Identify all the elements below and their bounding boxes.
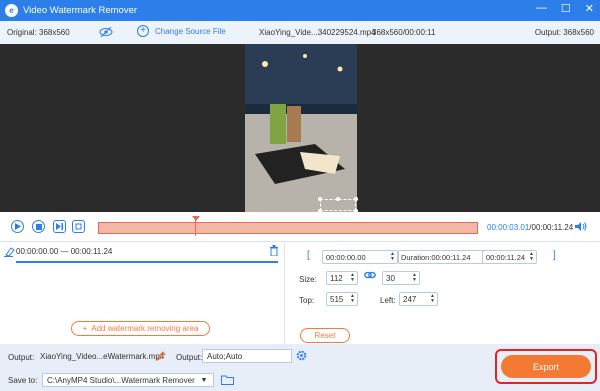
height-value: 30 [386, 273, 395, 283]
stop-button[interactable] [32, 220, 45, 233]
removing-area-list: 00:00:00.00 — 00:00:11.24 + Add watermar… [0, 242, 285, 344]
original-size: Original: 368x560 [7, 28, 70, 37]
duration-row: [ 00:00:00.00 ▲▼ Duration:00:00:11.24 ▲▼… [303, 250, 556, 264]
play-icon [15, 223, 21, 230]
end-time-value: 00:00:11.24 [486, 252, 526, 262]
output-format-field[interactable]: Auto;Auto [202, 349, 292, 363]
width-value: 112 [330, 273, 343, 283]
left-input[interactable]: 247 ▲ ▼ [399, 292, 438, 306]
spinner-icon[interactable]: ▲▼ [390, 252, 395, 262]
area-range-row[interactable]: 00:00:00.00 — 00:00:11.24 [0, 242, 285, 264]
add-area-label: Add watermark removing area [91, 324, 199, 333]
resize-handle[interactable] [336, 197, 340, 201]
spinner-icon[interactable]: ▲▼ [430, 294, 435, 304]
output-format-label: Output: [176, 353, 203, 362]
watermark-selection-box[interactable] [318, 197, 358, 213]
folder-icon[interactable] [221, 375, 234, 385]
plus-icon: + [82, 324, 88, 333]
total-time: /00:00:11.24 [529, 223, 574, 232]
add-watermark-area-button[interactable]: + Add watermark removing area [71, 321, 210, 336]
spinner-icon[interactable]: ▲▼ [350, 273, 355, 283]
top-value: 515 [330, 294, 344, 304]
eye-slash-icon[interactable] [99, 26, 113, 38]
playhead[interactable] [195, 217, 196, 236]
output-format-value: Auto;Auto [207, 351, 243, 361]
spinner-icon[interactable]: ▲▼ [350, 294, 355, 304]
size-label: Size: [299, 275, 317, 284]
eraser-icon [4, 247, 15, 257]
timeline-track[interactable] [98, 222, 478, 234]
output-size: Output: 368x560 [534, 28, 594, 37]
gear-icon[interactable] [296, 350, 307, 361]
output-label: Output: [8, 353, 35, 362]
left-value: 247 [403, 294, 417, 304]
stop-icon [35, 223, 42, 230]
maximize-icon[interactable]: ☐ [561, 2, 571, 15]
start-time-input[interactable]: 00:00:00.00 ▲ ▼ [322, 250, 398, 264]
current-time: 00:00:03.01 [487, 223, 530, 232]
minimize-icon[interactable]: — [536, 2, 547, 15]
close-icon[interactable]: ✕ [585, 2, 594, 15]
file-dims: 368x560/00:00:11 [372, 28, 436, 37]
resize-handle[interactable] [318, 197, 322, 201]
chevron-down-icon[interactable]: ▼ [195, 374, 213, 386]
pencil-icon[interactable] [156, 351, 166, 361]
width-input[interactable]: 112 ▲ ▼ [326, 271, 358, 285]
area-range-bar [16, 261, 278, 263]
reset-button[interactable]: Reset [300, 328, 350, 343]
trash-icon[interactable] [269, 245, 279, 256]
output-file-name: XiaoYing_Video...eWatermark.mp4 [40, 352, 165, 361]
spinner-icon[interactable]: ▲▼ [529, 252, 534, 262]
end-time-input[interactable]: 00:00:11.24 ▲ ▼ [482, 250, 537, 264]
time-display: 00:00:03.01/00:00:11.24 [487, 223, 573, 232]
link-icon[interactable] [364, 270, 376, 280]
spinner-icon[interactable]: ▲▼ [412, 273, 417, 283]
next-frame-icon [56, 223, 63, 230]
video-preview [0, 44, 600, 213]
volume-icon[interactable] [575, 221, 587, 232]
area-time-range: 00:00:00.00 — 00:00:11.24 [16, 247, 113, 256]
set-end-icon[interactable]: ] [553, 250, 556, 261]
file-name: XiaoYing_Vide...340229524.mp4 [259, 28, 376, 37]
app-logo-icon: e [5, 4, 18, 17]
change-source-button[interactable]: + Change Source File [137, 25, 226, 37]
playback-controls: 00:00:03.01/00:00:11.24 [0, 212, 600, 242]
resize-handle[interactable] [354, 197, 358, 201]
info-bar: Original: 368x560 + Change Source File X… [0, 21, 600, 44]
video-frame [245, 44, 357, 212]
next-frame-button[interactable] [53, 220, 66, 233]
start-time-value: 00:00:00.00 [326, 252, 366, 262]
top-label: Top: [299, 296, 315, 305]
export-highlight: Export [495, 349, 597, 384]
change-source-label: Change Source File [155, 26, 226, 36]
window-controls: — ☐ ✕ [536, 2, 594, 15]
plus-icon: + [137, 25, 149, 37]
save-to-label: Save to: [8, 376, 38, 385]
duration-value: Duration:00:00:11.24 [401, 252, 471, 262]
export-label: Export [532, 361, 559, 372]
app-title: Video Watermark Remover [23, 5, 138, 16]
export-button[interactable]: Export [501, 355, 591, 378]
top-input[interactable]: 515 ▲ ▼ [326, 292, 358, 306]
save-path-field[interactable]: C:\AnyMP4 Studio\...Watermark Remover ▼ [42, 373, 214, 387]
frame-icon [75, 223, 82, 230]
height-input[interactable]: 30 ▲ ▼ [382, 271, 420, 285]
reset-label: Reset [314, 331, 336, 340]
snapshot-button[interactable] [72, 220, 85, 233]
set-start-icon[interactable]: [ [307, 250, 310, 261]
play-button[interactable] [11, 220, 24, 233]
save-path-value: C:\AnyMP4 Studio\...Watermark Remover [47, 375, 195, 385]
left-label: Left: [380, 296, 396, 305]
title-bar: e Video Watermark Remover — ☐ ✕ [0, 0, 600, 21]
playhead-marker[interactable] [192, 216, 200, 221]
